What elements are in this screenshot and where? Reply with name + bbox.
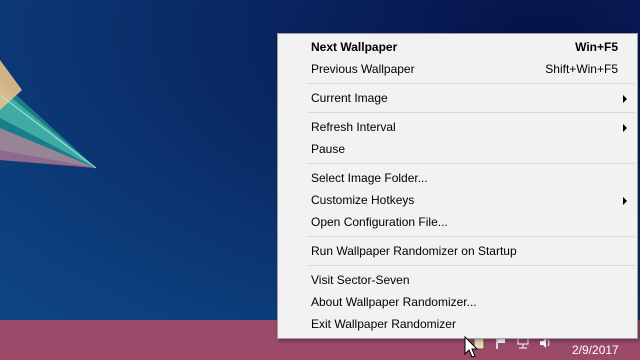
wallpaper-art [0,60,97,169]
menu-item-label: About Wallpaper Randomizer... [311,295,477,309]
menu-item-label: Current Image [311,91,388,105]
menu-item-visit-sector-seven[interactable]: Visit Sector-Seven [278,269,637,291]
menu-item-run-on-startup[interactable]: Run Wallpaper Randomizer on Startup [278,240,637,262]
menu-separator [308,83,635,84]
menu-item-label: Customize Hotkeys [311,193,415,207]
menu-item-label: Pause [311,142,346,156]
menu-item-exit[interactable]: Exit Wallpaper Randomizer [278,313,637,335]
menu-item-previous-wallpaper[interactable]: Previous Wallpaper Shift+Win+F5 [278,58,637,80]
menu-separator [308,236,635,237]
menu-item-about[interactable]: About Wallpaper Randomizer... [278,291,637,313]
menu-item-select-image-folder[interactable]: Select Image Folder... [278,167,637,189]
menu-item-refresh-interval[interactable]: Refresh Interval [278,116,637,138]
menu-item-label: Exit Wallpaper Randomizer [311,317,456,331]
menu-item-label: Run Wallpaper Randomizer on Startup [311,244,517,258]
menu-item-label: Select Image Folder... [311,171,428,185]
menu-item-label: Visit Sector-Seven [311,273,410,287]
menu-item-label: Refresh Interval [311,120,396,134]
menu-item-label: Next Wallpaper [311,40,398,54]
menu-separator [308,163,635,164]
menu-separator [308,112,635,113]
menu-item-open-configuration-file[interactable]: Open Configuration File... [278,211,637,233]
menu-item-customize-hotkeys[interactable]: Customize Hotkeys [278,189,637,211]
mouse-cursor-icon [464,336,478,358]
submenu-arrow-icon [623,95,627,103]
menu-item-shortcut: Win+F5 [575,40,618,54]
menu-separator [308,265,635,266]
submenu-arrow-icon [623,124,627,132]
tray-context-menu: Next Wallpaper Win+F5 Previous Wallpaper… [277,33,638,339]
menu-item-label: Previous Wallpaper [311,62,415,76]
menu-item-label: Open Configuration File... [311,215,448,229]
menu-item-pause[interactable]: Pause [278,138,637,160]
submenu-arrow-icon [623,197,627,205]
menu-item-next-wallpaper[interactable]: Next Wallpaper Win+F5 [278,36,637,58]
menu-item-shortcut: Shift+Win+F5 [545,62,618,76]
clock-date[interactable]: 2/9/2017 [572,343,619,357]
menu-item-current-image[interactable]: Current Image [278,87,637,109]
